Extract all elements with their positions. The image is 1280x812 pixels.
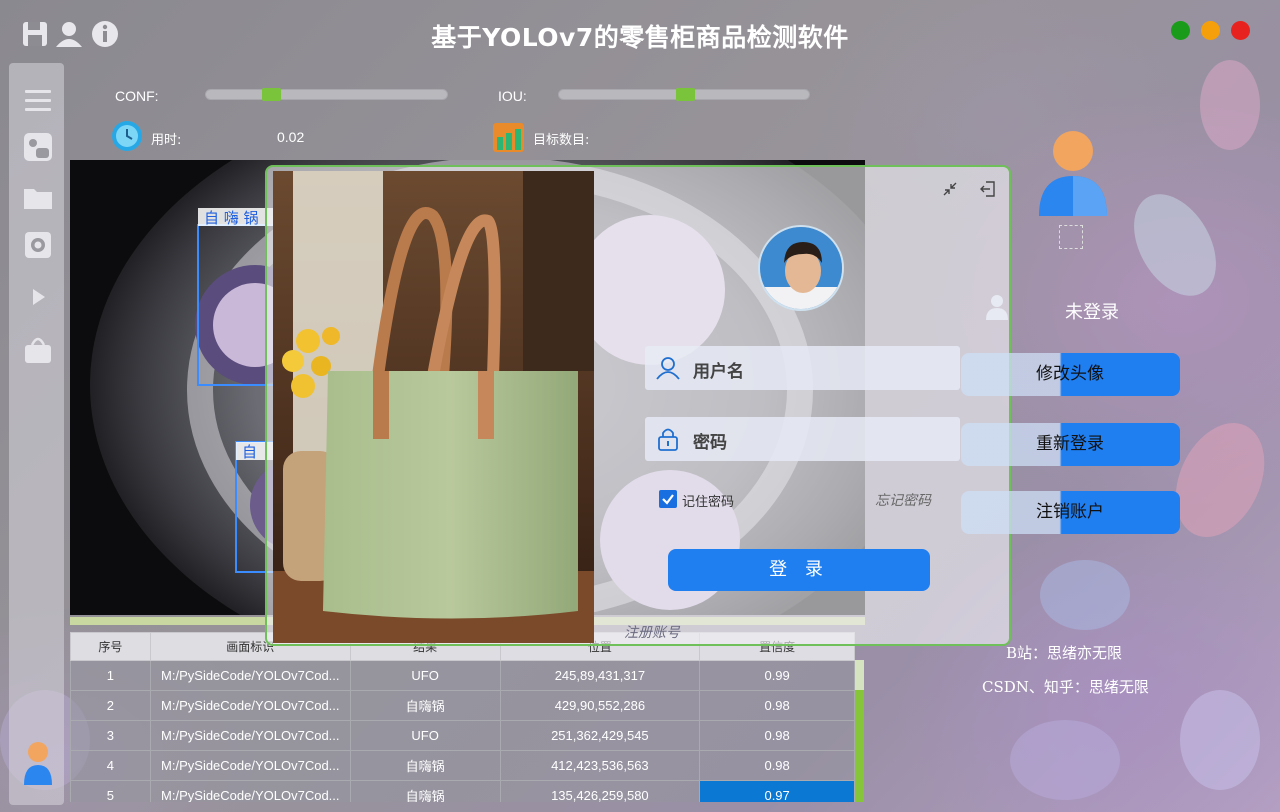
cell-path: M:/PySideCode/YOLOv7Cod... (149, 690, 351, 721)
cell-result: 自嗨锅 (349, 750, 501, 781)
cell-no: 5 (70, 780, 151, 802)
csdn-credit: CSDN、知乎：思绪无限 (982, 678, 1149, 696)
petal-decoration (1180, 690, 1260, 790)
folder-icon[interactable] (22, 181, 54, 213)
exit-icon[interactable] (979, 180, 997, 198)
password-field[interactable]: 密码 (645, 417, 960, 461)
remember-password-label[interactable]: 记住密码 (682, 491, 734, 510)
iou-label: IOU: (498, 88, 527, 104)
cell-result: 自嗨锅 (349, 780, 501, 802)
cell-path: M:/PySideCode/YOLOv7Cod... (149, 660, 351, 691)
results-table[interactable]: 序号 画面标识 结果 位置 置信度 1 M:/PySideCode/YOLOv7… (70, 632, 865, 802)
change-avatar-button[interactable]: 修改头像 (961, 353, 1180, 396)
user-avatar-icon[interactable] (22, 739, 54, 787)
bar-chart-icon (493, 123, 524, 152)
avatar-image-placeholder (1059, 225, 1083, 249)
collapse-icon[interactable] (941, 180, 959, 198)
login-status: 未登录 (1065, 302, 1119, 323)
menu-icon[interactable] (22, 85, 54, 117)
time-value: 0.02 (277, 129, 305, 145)
camera-icon[interactable] (22, 229, 54, 261)
tote-bag-photo (273, 171, 594, 643)
forgot-password-link[interactable]: 忘记密码 (875, 490, 931, 510)
cell-result: UFO (349, 720, 501, 751)
image-icon[interactable] (22, 131, 54, 163)
cell-position: 412,423,536,563 (499, 750, 701, 781)
count-label: 目标数目: (533, 133, 590, 148)
cell-no: 4 (70, 750, 151, 781)
col-header-no[interactable]: 序号 (70, 632, 151, 661)
cell-confidence: 0.98 (699, 720, 855, 751)
conf-slider-handle[interactable] (262, 88, 281, 101)
user-icon (656, 357, 680, 380)
cell-position: 135,426,259,580 (499, 780, 701, 802)
close-window-button[interactable] (1231, 21, 1250, 40)
cell-result: 自嗨锅 (349, 690, 501, 721)
cell-confidence: 0.98 (699, 690, 855, 721)
table-row[interactable]: 4 M:/PySideCode/YOLOv7Cod... 自嗨锅 412,423… (70, 750, 855, 781)
profile-photo (758, 225, 844, 311)
maximize-window-button[interactable] (1201, 21, 1220, 40)
lock-icon (658, 428, 678, 451)
username-field[interactable]: 用户名 (645, 346, 960, 390)
large-user-avatar-icon[interactable] (1037, 130, 1109, 218)
username-placeholder: 用户名 (693, 362, 744, 382)
app-title: 基于YOLOv7的零售柜商品检测软件 (431, 23, 849, 52)
clock-icon (112, 121, 142, 151)
table-row[interactable]: 3 M:/PySideCode/YOLOv7Cod... UFO 251,362… (70, 720, 855, 751)
minimize-window-button[interactable] (1171, 21, 1190, 40)
conf-slider[interactable] (205, 88, 448, 101)
password-placeholder: 密码 (693, 433, 727, 453)
cell-path: M:/PySideCode/YOLOv7Cod... (149, 780, 351, 802)
svg-text:自 嗨 锅: 自 嗨 锅 (204, 209, 259, 227)
delete-account-button[interactable]: 注销账户 (961, 491, 1180, 534)
person-icon (986, 295, 1008, 320)
relogin-label: 重新登录 (1036, 434, 1104, 454)
relogin-button[interactable]: 重新登录 (961, 423, 1180, 466)
cell-no: 3 (70, 720, 151, 751)
cell-position: 245,89,431,317 (499, 660, 701, 691)
sidebar (9, 63, 64, 805)
iou-slider-handle[interactable] (676, 88, 695, 101)
play-icon[interactable] (22, 281, 54, 313)
bilibili-credit: B站：思绪亦无限 (1006, 644, 1123, 662)
change-avatar-label: 修改头像 (1036, 364, 1104, 384)
cell-no: 2 (70, 690, 151, 721)
petal-decoration (1200, 60, 1260, 150)
remember-password-checkbox[interactable] (659, 490, 677, 508)
cell-position: 429,90,552,286 (499, 690, 701, 721)
cell-result: UFO (349, 660, 501, 691)
table-row[interactable]: 2 M:/PySideCode/YOLOv7Cod... 自嗨锅 429,90,… (70, 690, 855, 721)
delete-account-label: 注销账户 (1036, 502, 1104, 522)
cell-no: 1 (70, 660, 151, 691)
table-row[interactable]: 1 M:/PySideCode/YOLOv7Cod... UFO 245,89,… (70, 660, 855, 691)
check-icon (662, 494, 674, 505)
table-row[interactable]: 5 M:/PySideCode/YOLOv7Cod... 自嗨锅 135,426… (70, 780, 855, 802)
cell-confidence-selected: 0.97 (699, 780, 855, 802)
conf-label: CONF: (115, 88, 159, 104)
cell-path: M:/PySideCode/YOLOv7Cod... (149, 750, 351, 781)
cell-path: M:/PySideCode/YOLOv7Cod... (149, 720, 351, 751)
table-scrollbar-thumb[interactable] (855, 690, 864, 802)
cell-confidence: 0.99 (699, 660, 855, 691)
iou-slider[interactable] (558, 88, 810, 101)
cell-position: 251,362,429,545 (499, 720, 701, 751)
bag-icon[interactable] (22, 333, 54, 365)
login-button[interactable]: 登 录 (668, 549, 930, 591)
register-link[interactable]: 注册账号 (624, 622, 680, 642)
petal-decoration (1117, 179, 1233, 311)
time-label: 用时: (151, 133, 182, 148)
cell-confidence: 0.98 (699, 750, 855, 781)
petal-decoration (1040, 560, 1130, 630)
petal-decoration (1010, 720, 1120, 800)
svg-text:自: 自 (242, 443, 257, 461)
login-dialog: 用户名 密码 记住密码 忘记密码 登 录 注册账号 (265, 165, 1011, 646)
